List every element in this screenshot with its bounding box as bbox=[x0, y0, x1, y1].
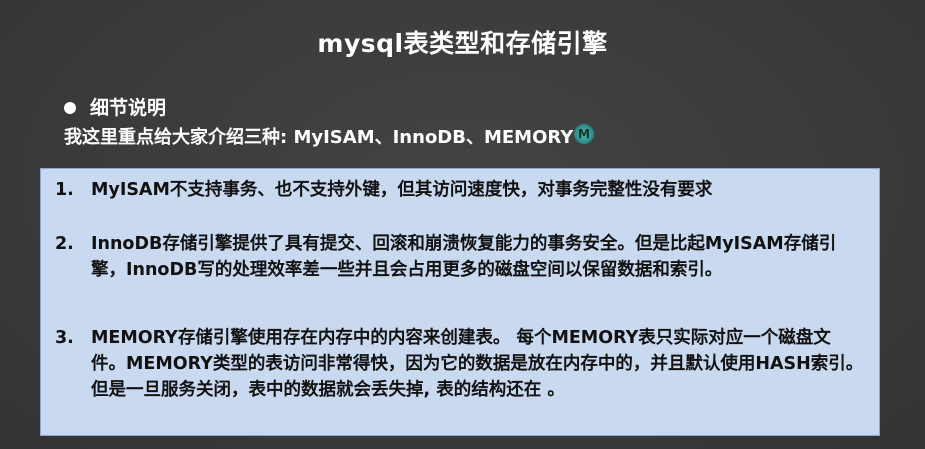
item-text: MyISAM不支持事务、也不支持外键，但其访问速度快，对事务完整性没有要求 bbox=[91, 180, 713, 200]
item-text: MEMORY存储引擎使用存在内存中的内容来创建表。 每个MEMORY表只实际对应… bbox=[91, 328, 864, 400]
list-item: 2. InnoDB存储引擎提供了具有提交、回滚和崩溃恢复能力的事务安全。但是比起… bbox=[55, 231, 865, 283]
content-box: 1. MyISAM不支持事务、也不支持外键，但其访问速度快，对事务完整性没有要求… bbox=[40, 168, 880, 436]
slide: mysql表类型和存储引擎 细节说明 我这里重点给大家介绍三种: MyISAM、… bbox=[0, 0, 925, 449]
list-item: 1. MyISAM不支持事务、也不支持外键，但其访问速度快，对事务完整性没有要求 bbox=[55, 177, 865, 203]
list-item: 3. MEMORY存储引擎使用存在内存中的内容来创建表。 每个MEMORY表只实… bbox=[55, 325, 865, 403]
cursor-indicator-icon: M bbox=[574, 124, 594, 144]
bullet-dot-icon bbox=[64, 101, 76, 114]
item-number: 3. bbox=[55, 328, 74, 348]
bullet-heading-row: 细节说明 bbox=[64, 93, 166, 120]
intro-text: 我这里重点给大家介绍三种: MyISAM、InnoDB、MEMORY bbox=[64, 127, 574, 148]
bullet-heading: 细节说明 bbox=[90, 97, 167, 119]
item-number: 2. bbox=[55, 234, 74, 254]
slide-title: mysql表类型和存储引擎 bbox=[317, 29, 608, 58]
item-text: InnoDB存储引擎提供了具有提交、回滚和崩溃恢复能力的事务安全。但是比起MyI… bbox=[91, 234, 837, 280]
item-number: 1. bbox=[55, 180, 74, 200]
